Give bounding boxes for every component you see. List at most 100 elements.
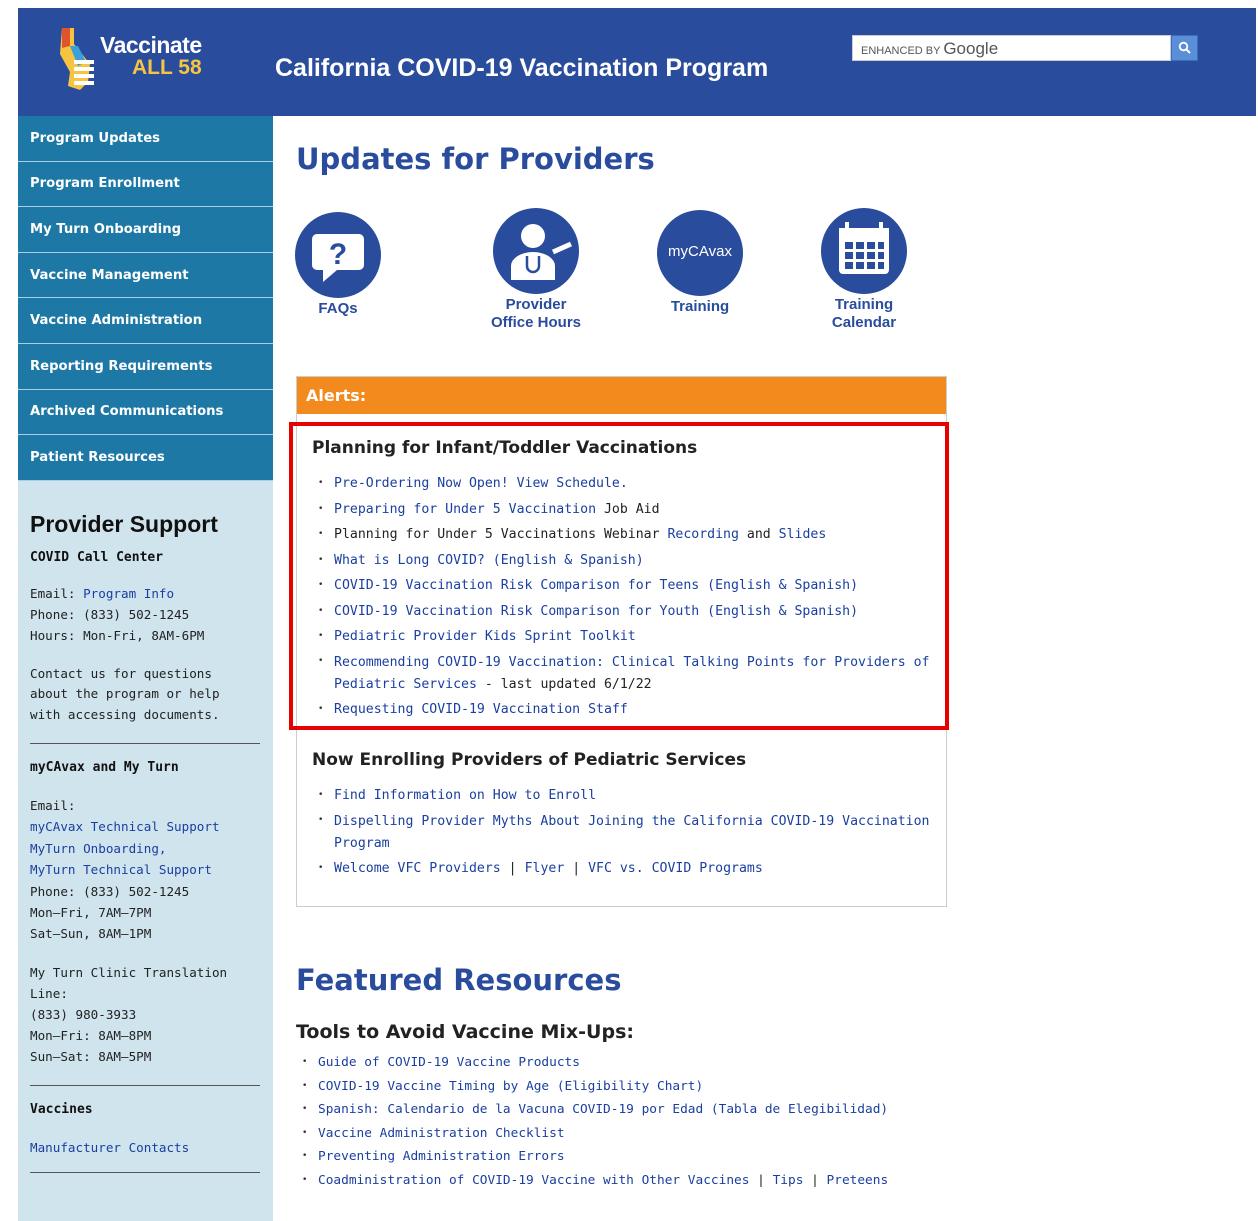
call-center-email: Email: Program Info bbox=[30, 583, 261, 604]
vaccinate-all-58-logo[interactable]: Vaccinate ALL 58 bbox=[56, 26, 211, 96]
requesting-staff-link[interactable]: Requesting COVID-19 Vaccination Staff bbox=[334, 702, 628, 717]
sidebar-item-label: Vaccine Management bbox=[30, 267, 189, 283]
sidebar-item-archived-communications[interactable]: Archived Communications bbox=[18, 389, 273, 436]
search-button[interactable] bbox=[1171, 35, 1198, 61]
infant-toddler-list: Pre-Ordering Now Open! View Schedule. Pr… bbox=[312, 471, 937, 722]
mycavax-badge-text: myCAvax bbox=[668, 243, 732, 260]
list-item: Coadministration of COVID-19 Vaccine wit… bbox=[296, 1169, 888, 1193]
list-item: Pre-Ordering Now Open! View Schedule. bbox=[312, 471, 937, 497]
mycavax-support-link[interactable]: myCAvax Technical Support bbox=[30, 819, 220, 834]
office-hours-tile[interactable]: Provider Office Hours bbox=[476, 208, 596, 332]
flyer-link[interactable]: Flyer bbox=[525, 861, 565, 876]
coadministration-link[interactable]: Coadministration of COVID-19 Vaccine wit… bbox=[318, 1173, 749, 1188]
pediatric-enrollment-section: Now Enrolling Providers of Pediatric Ser… bbox=[312, 750, 937, 881]
california-logo-icon bbox=[60, 28, 94, 90]
provider-support: Provider Support COVID Call Center Email… bbox=[18, 511, 273, 1173]
sidebar-item-label: Patient Resources bbox=[30, 449, 165, 465]
vaccine-products-guide-link[interactable]: Guide of COVID-19 Vaccine Products bbox=[318, 1055, 580, 1070]
list-item: Vaccine Administration Checklist bbox=[296, 1122, 888, 1146]
divider bbox=[30, 743, 260, 745]
sidebar-item-patient-resources[interactable]: Patient Resources bbox=[18, 435, 273, 481]
list-item: COVID-19 Vaccination Risk Comparison for… bbox=[312, 573, 937, 599]
logo-text-line1: Vaccinate bbox=[100, 32, 202, 58]
mycavax-title: myCAvax and My Turn bbox=[30, 760, 179, 776]
list-item: Guide of COVID-19 Vaccine Products bbox=[296, 1051, 888, 1075]
myturn-onboarding-link[interactable]: MyTurn Onboarding, bbox=[30, 841, 166, 856]
manufacturer-contacts-link[interactable]: Manufacturer Contacts bbox=[30, 1140, 189, 1155]
mycavax-email-label: Email: bbox=[30, 798, 76, 814]
list-item-text: - last updated 6/1/22 bbox=[476, 676, 652, 692]
list-item: What is Long COVID? (English & Spanish) bbox=[312, 548, 937, 574]
translation-phone: (833) 980-3933 bbox=[30, 1006, 137, 1022]
risk-teens-link[interactable]: COVID-19 Vaccination Risk Comparison for… bbox=[334, 578, 858, 593]
faqs-tile[interactable]: ? FAQs bbox=[278, 212, 398, 318]
vfc-vs-covid-link[interactable]: VFC vs. COVID Programs bbox=[588, 861, 763, 876]
eligibility-chart-link[interactable]: COVID-19 Vaccine Timing by Age (Eligibil… bbox=[318, 1079, 703, 1094]
divider bbox=[30, 1084, 260, 1086]
sidebar-item-my-turn-onboarding[interactable]: My Turn Onboarding bbox=[18, 207, 273, 253]
tips-link[interactable]: Tips bbox=[773, 1173, 804, 1188]
preparing-under5-link[interactable]: Preparing for Under 5 Vaccination bbox=[334, 502, 596, 517]
featured-resources: Featured Resources Tools to Avoid Vaccin… bbox=[296, 963, 888, 1192]
list-item: Preparing for Under 5 Vaccination Job Ai… bbox=[312, 497, 937, 523]
pediatric-enrollment-list: Find Information on How to Enroll Dispel… bbox=[312, 783, 937, 881]
dispelling-myths-link[interactable]: Dispelling Provider Myths About Joining … bbox=[334, 814, 929, 851]
sidebar-item-vaccine-administration[interactable]: Vaccine Administration bbox=[18, 298, 273, 344]
welcome-vfc-link[interactable]: Welcome VFC Providers bbox=[334, 861, 501, 876]
training-tile[interactable]: myCAvax Training bbox=[640, 210, 760, 316]
search-prefix: ENHANCED BY bbox=[861, 45, 941, 57]
sidebar-item-label: Archived Communications bbox=[30, 404, 224, 420]
list-item: Recommending COVID-19 Vaccination: Clini… bbox=[312, 650, 937, 697]
sidebar-item-vaccine-management[interactable]: Vaccine Management bbox=[18, 252, 273, 299]
search-input[interactable]: ENHANCED BY Google bbox=[852, 35, 1171, 61]
list-item-text: and bbox=[738, 527, 779, 542]
long-covid-link[interactable]: What is Long COVID? (English & Spanish) bbox=[334, 553, 644, 568]
kids-sprint-toolkit-link[interactable]: Pediatric Provider Kids Sprint Toolkit bbox=[334, 629, 636, 644]
preventing-errors-link[interactable]: Preventing Administration Errors bbox=[318, 1149, 565, 1164]
administration-checklist-link[interactable]: Vaccine Administration Checklist bbox=[318, 1126, 565, 1141]
email-label: Email: bbox=[30, 585, 76, 601]
risk-youth-link[interactable]: COVID-19 Vaccination Risk Comparison for… bbox=[334, 604, 858, 619]
webinar-recording-link[interactable]: Recording bbox=[667, 527, 738, 542]
logo-text-line2: ALL 58 bbox=[132, 56, 202, 79]
calendar-icon bbox=[821, 208, 907, 294]
preteens-link[interactable]: Preteens bbox=[827, 1173, 889, 1188]
sidebar-item-program-enrollment[interactable]: Program Enrollment bbox=[18, 161, 273, 208]
list-item: COVID-19 Vaccine Timing by Age (Eligibil… bbox=[296, 1075, 888, 1099]
infant-toddler-section: Planning for Infant/Toddler Vaccinations… bbox=[312, 438, 937, 722]
sidebar-item-reporting-requirements[interactable]: Reporting Requirements bbox=[18, 343, 273, 390]
sidebar-item-label: Program Enrollment bbox=[30, 176, 180, 192]
how-to-enroll-link[interactable]: Find Information on How to Enroll bbox=[334, 788, 596, 803]
program-info-link[interactable]: Program Info bbox=[83, 586, 174, 601]
sidebar-item-program-updates[interactable]: Program Updates bbox=[18, 116, 273, 162]
training-label: Training bbox=[670, 298, 730, 315]
contact-note: Contact us for questions about the progr… bbox=[30, 665, 220, 722]
section-title: Now Enrolling Providers of Pediatric Ser… bbox=[312, 750, 747, 770]
quick-links: ? FAQs Provider Office Hours myCAvax Tra… bbox=[295, 208, 936, 342]
training-calendar-label: Training Calendar bbox=[831, 296, 897, 331]
office-hours-label: Provider Office Hours bbox=[490, 296, 581, 331]
call-center-hours: Hours: Mon-Fri, 8AM-6PM bbox=[30, 627, 205, 643]
training-calendar-tile[interactable]: Training Calendar bbox=[804, 208, 924, 332]
webinar-slides-link[interactable]: Slides bbox=[779, 527, 827, 542]
list-item: Planning for Under 5 Vaccinations Webina… bbox=[312, 522, 937, 548]
sidebar: Program Updates Program Enrollment My Tu… bbox=[18, 116, 273, 1221]
alerts-panel: Alerts: Planning for Infant/Toddler Vacc… bbox=[289, 376, 949, 907]
call-center-phone: Phone: (833) 502-1245 bbox=[30, 606, 190, 622]
sidebar-item-label: Reporting Requirements bbox=[30, 358, 213, 374]
provider-support-title: Provider Support bbox=[30, 510, 218, 537]
separator: | bbox=[564, 860, 589, 876]
spanish-eligibility-link[interactable]: Spanish: Calendario de la Vacuna COVID-1… bbox=[318, 1102, 888, 1117]
pre-ordering-link[interactable]: Pre-Ordering Now Open! View Schedule. bbox=[334, 476, 628, 491]
myturn-support-link[interactable]: MyTurn Technical Support bbox=[30, 862, 212, 877]
svg-text:?: ? bbox=[329, 238, 347, 271]
separator: | bbox=[803, 1172, 827, 1188]
mycavax-hours-weekday: Mon–Fri, 7AM–7PM bbox=[30, 904, 152, 920]
list-item: COVID-19 Vaccination Risk Comparison for… bbox=[312, 599, 937, 625]
translation-hours-1: Mon–Fri: 8AM–8PM bbox=[30, 1027, 152, 1043]
site-title: California COVID-19 Vaccination Program bbox=[275, 54, 769, 82]
separator: | bbox=[500, 860, 525, 876]
search-icon bbox=[1178, 41, 1191, 54]
vaccines-title: Vaccines bbox=[30, 1101, 93, 1117]
search-brand: Google bbox=[943, 39, 999, 58]
